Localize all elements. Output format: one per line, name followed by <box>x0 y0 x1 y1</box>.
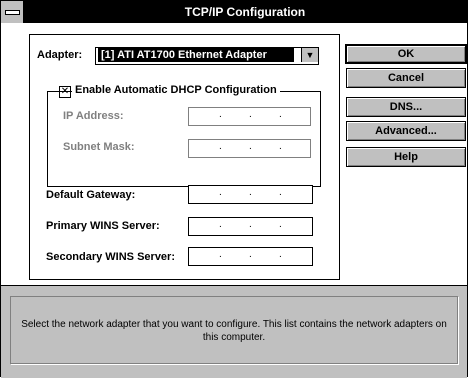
status-text: Select the network adapter that you want… <box>21 319 447 343</box>
cancel-button[interactable]: Cancel <box>346 68 466 88</box>
dhcp-label[interactable]: Enable Automatic DHCP Configuration <box>72 84 280 96</box>
advanced-button[interactable]: Advanced... <box>346 121 466 141</box>
adapter-label: Adapter: <box>34 49 86 61</box>
secondary-wins-field[interactable]: ... <box>188 247 313 266</box>
tcpip-dialog: TCP/IP Configuration Adapter: [1] ATI AT… <box>0 0 468 378</box>
status-area: Select the network adapter that you want… <box>1 285 467 378</box>
title-bar[interactable]: TCP/IP Configuration <box>1 1 467 23</box>
subnet-mask-label: Subnet Mask: <box>63 141 135 153</box>
default-gateway-field[interactable]: ... <box>188 185 313 204</box>
secondary-wins-label: Secondary WINS Server: <box>46 251 175 263</box>
dialog-client: Adapter: [1] ATI AT1700 Ethernet Adapter… <box>1 23 467 285</box>
window-title: TCP/IP Configuration <box>184 5 306 19</box>
adapter-dropdown[interactable]: [1] ATI AT1700 Ethernet Adapter ▼ <box>95 47 319 65</box>
ip-address-field[interactable]: ... <box>188 107 311 126</box>
default-gateway-label: Default Gateway: <box>46 189 136 201</box>
dropdown-arrow-icon[interactable]: ▼ <box>301 48 318 62</box>
ok-button[interactable]: OK <box>345 44 467 64</box>
subnet-mask-field[interactable]: ... <box>188 139 311 158</box>
primary-wins-label: Primary WINS Server: <box>46 220 160 232</box>
status-box: Select the network adapter that you want… <box>10 296 458 364</box>
dns-button[interactable]: DNS... <box>346 97 466 117</box>
checkbox-icon[interactable]: ✕ <box>59 86 71 98</box>
primary-wins-field[interactable]: ... <box>188 217 313 236</box>
ip-address-label: IP Address: <box>63 110 124 122</box>
system-menu-icon[interactable] <box>1 1 24 23</box>
help-button[interactable]: Help <box>346 147 466 167</box>
adapter-selected-value: [1] ATI AT1700 Ethernet Adapter <box>98 48 294 62</box>
